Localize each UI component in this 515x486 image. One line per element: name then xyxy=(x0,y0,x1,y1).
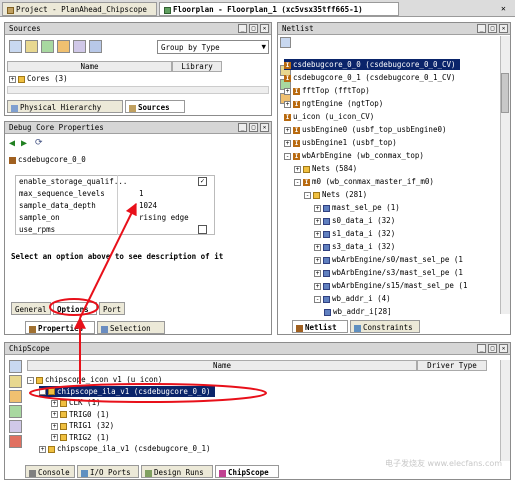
options-tab-highlight xyxy=(49,298,99,316)
ila-core-highlight xyxy=(29,383,267,403)
arrow-to-sample-depth xyxy=(79,202,137,319)
annotation-overlay xyxy=(29,202,267,403)
